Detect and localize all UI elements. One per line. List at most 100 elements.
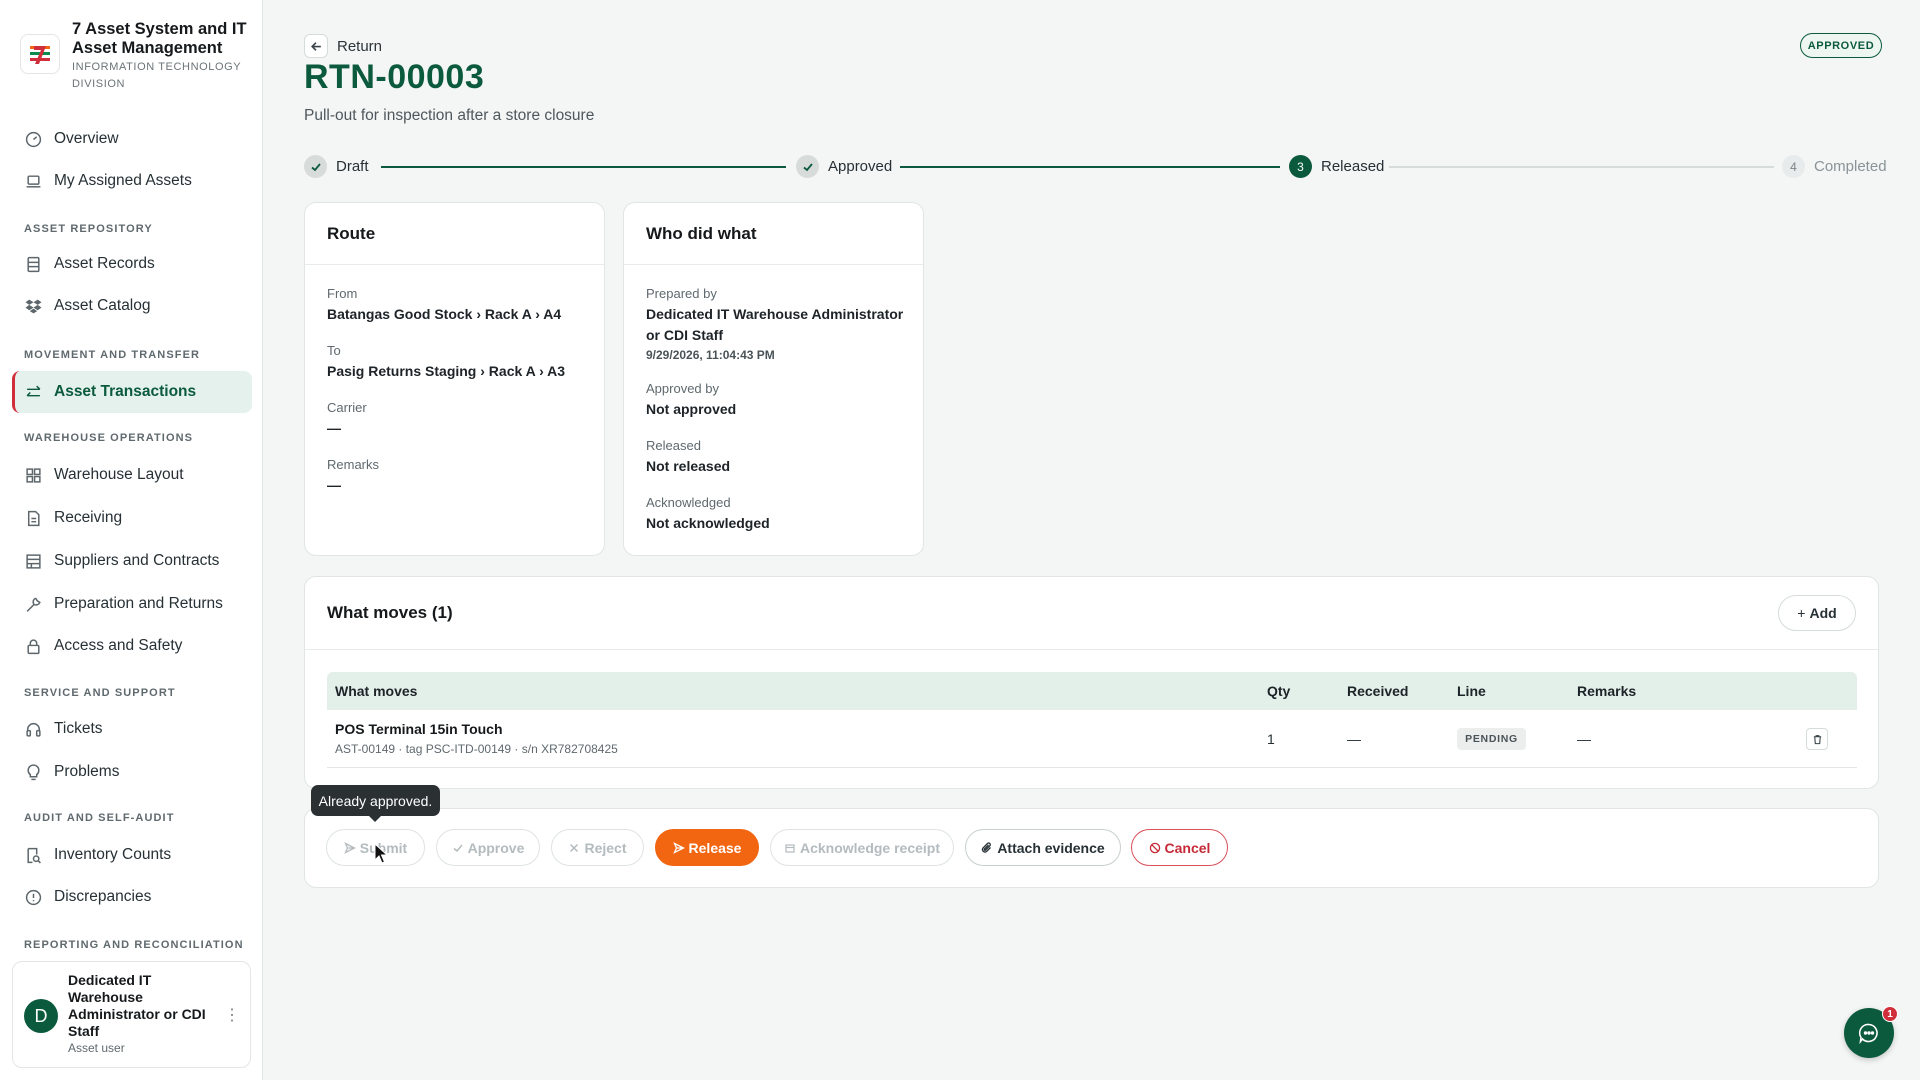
dropbox-icon: [24, 297, 42, 315]
user-name: Dedicated IT Warehouse Administrator or …: [68, 972, 206, 1039]
step-connector: [1389, 166, 1774, 168]
sidebar-item-warehouse-layout[interactable]: Warehouse Layout: [12, 454, 252, 496]
step-number: 4: [1782, 155, 1805, 178]
avatar: D: [24, 999, 58, 1033]
reject-button[interactable]: Reject: [551, 829, 644, 866]
card-title: Who did what: [624, 203, 923, 265]
notification-badge: 1: [1882, 1006, 1898, 1022]
chat-icon: [1858, 1023, 1878, 1044]
alert-circle-icon: [24, 888, 42, 906]
acknowledged-value: Not acknowledged: [646, 515, 770, 531]
page-title: RTN-00003: [304, 58, 485, 96]
step-number: 3: [1289, 155, 1312, 178]
sidebar-item-tickets[interactable]: Tickets: [12, 708, 252, 750]
paperclip-icon: [982, 841, 992, 853]
sidebar-item-my-assigned-assets[interactable]: My Assigned Assets: [12, 160, 252, 202]
attach-evidence-label: Attach evidence: [997, 839, 1105, 856]
item-meta: AST-00149 · tag PSC-ITD-00149 · s/n XR78…: [335, 742, 618, 756]
brand-title: 7 Asset System and IT Asset Management: [72, 20, 247, 57]
step-label: Approved: [828, 158, 893, 175]
back-button[interactable]: [304, 34, 328, 58]
release-button[interactable]: Release: [655, 829, 759, 866]
item-received: —: [1347, 731, 1361, 747]
check-icon: [796, 155, 819, 178]
sidebar-item-label: My Assigned Assets: [54, 172, 192, 189]
sidebar-item-preparation-and-returns[interactable]: Preparation and Returns: [12, 583, 252, 625]
remarks-label: Remarks: [327, 457, 380, 472]
from-value: Batangas Good Stock › Rack A › A4: [327, 306, 562, 322]
item-name: POS Terminal 15in Touch: [335, 721, 503, 737]
sidebar-item-label: Asset Transactions: [54, 383, 197, 400]
add-label: Add: [1809, 605, 1837, 621]
release-label: Release: [688, 839, 742, 856]
breadcrumb[interactable]: Return: [337, 38, 382, 55]
approve-button[interactable]: Approve: [436, 829, 540, 866]
headset-icon: [24, 720, 42, 738]
sidebar-item-access-and-safety[interactable]: Access and Safety: [12, 625, 252, 667]
released-value: Not released: [646, 458, 731, 474]
step-completed: 4 Completed: [1782, 155, 1887, 178]
delete-row-button[interactable]: [1806, 728, 1828, 750]
sidebar-item-label: Asset Records: [54, 255, 155, 272]
lock-icon: [24, 637, 42, 655]
prepared-by-label: Prepared by: [646, 286, 717, 301]
sidebar-item-problems[interactable]: Problems: [12, 751, 252, 793]
card-title: What moves (1): [305, 577, 1878, 650]
sidebar-item-label: Overview: [54, 130, 119, 147]
sidebar-item-label: Inventory Counts: [54, 846, 172, 863]
section-audit-and-self-audit: AUDIT AND SELF-AUDIT: [24, 812, 175, 824]
step-label: Completed: [1814, 158, 1887, 175]
sidebar-item-inventory-counts[interactable]: Inventory Counts: [12, 834, 252, 876]
step-connector: [900, 166, 1280, 168]
status-badge: APPROVED: [1800, 33, 1882, 58]
column-remarks: Remarks: [1577, 683, 1637, 699]
gauge-icon: [24, 130, 42, 148]
sidebar-item-asset-records[interactable]: Asset Records: [12, 243, 252, 285]
sidebar-item-discrepancies[interactable]: Discrepancies: [12, 876, 252, 918]
plus-icon: +: [1797, 605, 1806, 621]
attach-evidence-button[interactable]: Attach evidence: [965, 829, 1121, 866]
sidebar: 7 Asset System and IT Asset Management I…: [0, 0, 263, 1080]
user-card[interactable]: D Dedicated IT Warehouse Administrator o…: [12, 961, 251, 1068]
cancel-button[interactable]: Cancel: [1131, 829, 1228, 866]
store-icon: [24, 552, 42, 570]
sidebar-item-label: Access and Safety: [54, 637, 183, 654]
sidebar-item-label: Warehouse Layout: [54, 466, 184, 483]
who-did-what-card: Who did what Prepared by Dedicated IT Wa…: [623, 202, 924, 556]
remarks-value: —: [327, 477, 341, 493]
from-label: From: [327, 286, 358, 301]
step-released: 3 Released: [1289, 155, 1384, 178]
sidebar-item-overview[interactable]: Overview: [12, 118, 252, 160]
arrows-exchange-icon: [24, 383, 42, 401]
column-what-moves: What moves: [335, 683, 418, 699]
step-connector: [381, 166, 786, 168]
sidebar-item-label: Tickets: [54, 720, 103, 737]
acknowledge-receipt-button[interactable]: Acknowledge receipt: [770, 829, 954, 866]
brand-subtitle: INFORMATION TECHNOLOGY DIVISION: [72, 61, 242, 90]
search-document-icon: [24, 846, 42, 864]
sidebar-item-suppliers-and-contracts[interactable]: Suppliers and Contracts: [12, 540, 252, 582]
more-vertical-icon[interactable]: ⋮: [224, 1008, 240, 1024]
carrier-value: —: [327, 420, 341, 436]
sidebar-item-label: Asset Catalog: [54, 297, 151, 314]
line-status-badge: PENDING: [1457, 728, 1526, 750]
section-warehouse-operations: WAREHOUSE OPERATIONS: [24, 432, 194, 444]
to-value: Pasig Returns Staging › Rack A › A3: [327, 363, 566, 379]
sidebar-item-asset-transactions[interactable]: Asset Transactions: [12, 371, 252, 413]
step-label: Draft: [336, 158, 369, 175]
step-draft: Draft: [304, 155, 369, 178]
approved-by-value: Not approved: [646, 401, 737, 417]
sidebar-item-label: Suppliers and Contracts: [54, 552, 220, 569]
sidebar-item-receiving[interactable]: Receiving: [12, 497, 252, 539]
sidebar-item-asset-catalog[interactable]: Asset Catalog: [12, 285, 252, 327]
package-icon: [785, 843, 795, 853]
step-approved: Approved: [796, 155, 892, 178]
step-label: Released: [1321, 158, 1385, 175]
page-subtitle: Pull-out for inspection after a store cl…: [304, 107, 595, 124]
records-icon: [24, 255, 42, 273]
section-reporting-and-reconciliation: REPORTING AND RECONCILIATION: [24, 939, 244, 951]
x-icon: [570, 843, 579, 852]
add-button[interactable]: + Add: [1778, 595, 1856, 631]
table-row: POS Terminal 15in Touch AST-00149 · tag …: [327, 710, 1857, 768]
sidebar-item-label: Problems: [54, 763, 120, 780]
